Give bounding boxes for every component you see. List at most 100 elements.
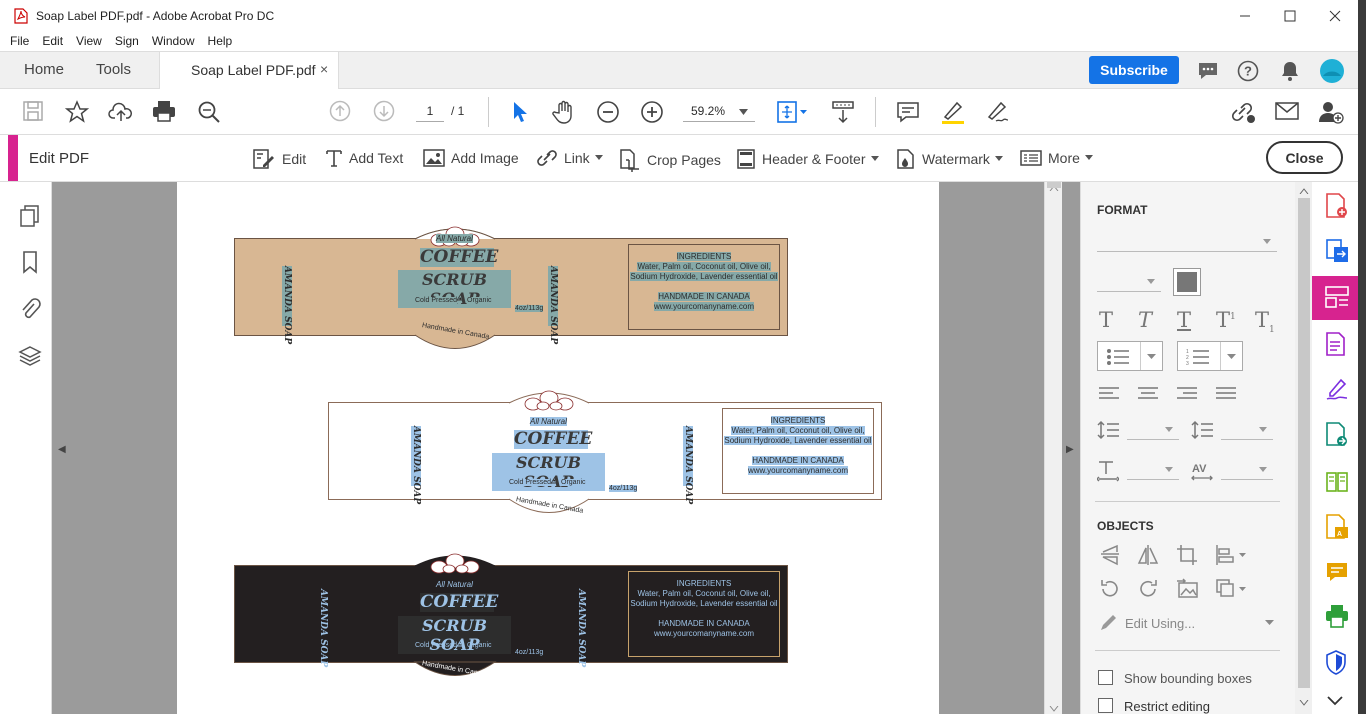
numbered-list-select[interactable]: 123 bbox=[1177, 341, 1243, 371]
ingredients-line2[interactable]: Sodium Hydroxide, Lavender essential oil bbox=[630, 272, 778, 281]
forms-icon[interactable] bbox=[1325, 332, 1347, 356]
product-name-line1[interactable]: COFFEE bbox=[420, 593, 498, 612]
product-name-line1[interactable]: COFFEE bbox=[514, 430, 592, 449]
fill-sign-icon[interactable] bbox=[1325, 377, 1349, 401]
close-edit-button[interactable]: Close bbox=[1266, 141, 1343, 174]
align-left-icon[interactable] bbox=[1099, 386, 1119, 402]
menu-help[interactable]: Help bbox=[208, 34, 233, 48]
scroll-up-icon[interactable] bbox=[1299, 188, 1309, 194]
align-justify-icon[interactable] bbox=[1216, 386, 1236, 402]
align-right-icon[interactable] bbox=[1177, 386, 1197, 402]
made-in-text[interactable]: HANDMADE IN CANADA bbox=[658, 292, 750, 301]
tab-tools[interactable]: Tools bbox=[96, 61, 131, 78]
previous-page-icon[interactable] bbox=[329, 100, 351, 122]
protect-shield-icon[interactable] bbox=[1325, 650, 1347, 676]
tab-home[interactable]: Home bbox=[24, 61, 64, 78]
add-image-button[interactable]: Add Image bbox=[423, 148, 519, 168]
tab-document[interactable]: Soap Label PDF.pdf × bbox=[159, 52, 339, 90]
close-window-button[interactable] bbox=[1312, 0, 1358, 31]
scan-ocr-icon[interactable]: A bbox=[1325, 514, 1349, 540]
text-underline-icon[interactable]: T bbox=[1177, 308, 1191, 332]
ingredients-title[interactable]: INGREDIENTS bbox=[676, 252, 732, 261]
more-button[interactable]: More bbox=[1020, 148, 1100, 168]
minimize-button[interactable] bbox=[1222, 0, 1268, 31]
select-cursor-icon[interactable] bbox=[510, 100, 530, 124]
compare-files-icon[interactable] bbox=[1325, 469, 1349, 495]
document-scrollbar[interactable] bbox=[1044, 182, 1062, 714]
expand-right-pane-icon[interactable]: ▶ bbox=[1066, 444, 1074, 455]
organic-text[interactable]: Organic bbox=[561, 479, 586, 486]
crop-pages-button[interactable]: Crop Pages bbox=[619, 148, 721, 172]
document-viewport[interactable]: ◀ All Natural COFFEE SCRUB SOAP Cold Pre… bbox=[52, 182, 1080, 714]
show-bounding-boxes-checkbox[interactable] bbox=[1098, 670, 1113, 685]
zoom-in-icon[interactable] bbox=[640, 100, 664, 124]
weight-text[interactable]: 4oz/113g bbox=[609, 485, 638, 492]
header-footer-button[interactable]: Header & Footer bbox=[736, 148, 886, 170]
font-color-picker[interactable] bbox=[1173, 268, 1201, 296]
soap-label-tan[interactable]: All Natural COFFEE SCRUB SOAP Cold Press… bbox=[234, 222, 789, 357]
bookmark-icon[interactable] bbox=[18, 250, 42, 274]
collapse-left-pane-icon[interactable]: ◀ bbox=[58, 444, 66, 455]
flip-horizontal-icon[interactable] bbox=[1137, 544, 1159, 566]
fit-page-icon[interactable] bbox=[776, 100, 808, 124]
paragraph-spacing-icon[interactable] bbox=[1191, 420, 1213, 440]
text-italic-icon[interactable]: T bbox=[1138, 308, 1152, 332]
made-in-text[interactable]: HANDMADE IN CANADA bbox=[752, 456, 844, 465]
page-thumbnails-icon[interactable] bbox=[18, 204, 42, 228]
ingredients-line1[interactable]: Water, Palm oil, Coconut oil, Olive oil, bbox=[637, 589, 770, 598]
hand-tool-icon[interactable] bbox=[552, 100, 576, 124]
menu-view[interactable]: View bbox=[76, 34, 102, 48]
all-natural-text[interactable]: All Natural bbox=[530, 417, 567, 426]
menu-edit[interactable]: Edit bbox=[42, 34, 63, 48]
cold-pressed-text[interactable]: Cold Pressed bbox=[415, 297, 458, 304]
avatar[interactable] bbox=[1319, 58, 1345, 84]
create-pdf-icon[interactable] bbox=[1325, 193, 1349, 219]
organic-text[interactable]: Organic bbox=[467, 642, 492, 649]
next-page-icon[interactable] bbox=[373, 100, 395, 122]
text-subscript-icon[interactable]: T1 bbox=[1255, 308, 1275, 335]
horizontal-scaling-select[interactable] bbox=[1127, 460, 1179, 480]
weight-text[interactable]: 4oz/113g bbox=[515, 649, 543, 656]
line-spacing-select[interactable] bbox=[1127, 420, 1179, 440]
print-icon[interactable] bbox=[152, 100, 176, 122]
zoom-level-select[interactable]: 59.2% bbox=[683, 100, 755, 122]
notification-bell-icon[interactable] bbox=[1279, 60, 1301, 82]
bullet-list-select[interactable] bbox=[1097, 341, 1163, 371]
star-icon[interactable] bbox=[65, 100, 89, 124]
export-pdf-icon[interactable] bbox=[1325, 238, 1349, 264]
all-natural-text[interactable]: All Natural bbox=[436, 580, 473, 589]
product-name-line1[interactable]: COFFEE bbox=[420, 248, 498, 267]
menu-sign[interactable]: Sign bbox=[115, 34, 139, 48]
font-size-select[interactable] bbox=[1097, 272, 1161, 292]
menu-file[interactable]: File bbox=[10, 34, 29, 48]
scroll-thumb[interactable] bbox=[1047, 182, 1061, 188]
rotate-counterclockwise-icon[interactable] bbox=[1099, 579, 1121, 599]
ingredients-title[interactable]: INGREDIENTS bbox=[677, 579, 732, 588]
brand-right-text[interactable]: AMANDA SOAP bbox=[683, 426, 693, 504]
website-text[interactable]: www.yourcomanyname.com bbox=[747, 466, 849, 475]
ingredients-title[interactable]: INGREDIENTS bbox=[770, 416, 826, 425]
character-spacing-select[interactable] bbox=[1221, 460, 1273, 480]
comment-icon[interactable] bbox=[1197, 60, 1219, 82]
comment-tool-icon[interactable] bbox=[1325, 560, 1349, 584]
brand-left-text[interactable]: AMANDA SOAP bbox=[282, 266, 292, 344]
print-production-icon[interactable] bbox=[1325, 604, 1349, 630]
replace-image-icon[interactable] bbox=[1176, 578, 1200, 600]
website-text[interactable]: www.yourcomanyname.com bbox=[653, 302, 755, 311]
format-panel-scrollbar[interactable] bbox=[1295, 182, 1313, 714]
ingredients-line2[interactable]: Sodium Hydroxide, Lavender essential oil bbox=[724, 436, 872, 445]
brand-left-text[interactable]: AMANDA SOAP bbox=[411, 426, 421, 504]
arrange-objects-icon[interactable] bbox=[1215, 578, 1247, 600]
soap-label-dark[interactable]: All Natural COFFEE SCRUB SOAP Cold Press… bbox=[234, 549, 789, 684]
edit-using-label[interactable]: Edit Using... bbox=[1125, 616, 1195, 631]
brand-right-text[interactable]: AMANDA SOAP bbox=[576, 589, 586, 667]
scroll-mode-icon[interactable] bbox=[831, 100, 855, 124]
scroll-down-icon[interactable] bbox=[1049, 706, 1059, 712]
restrict-editing-checkbox[interactable] bbox=[1098, 698, 1113, 713]
zoom-search-icon[interactable] bbox=[197, 100, 221, 124]
page-number-input[interactable]: 1 bbox=[416, 100, 444, 122]
close-tab-icon[interactable]: × bbox=[320, 61, 328, 77]
cold-pressed-text[interactable]: Cold Pressed bbox=[509, 479, 552, 486]
brand-right-text[interactable]: AMANDA SOAP bbox=[548, 266, 558, 344]
link-button[interactable]: Link bbox=[536, 148, 610, 168]
